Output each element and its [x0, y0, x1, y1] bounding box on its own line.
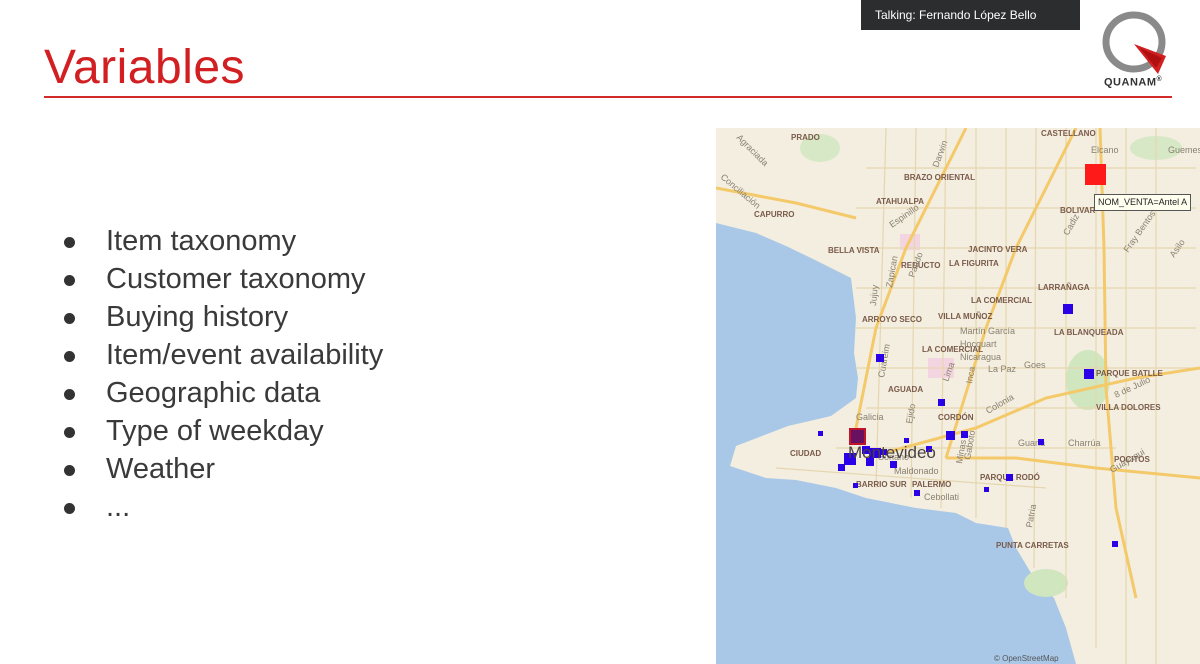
talking-indicator: Talking: Fernando López Bello [861, 0, 1080, 30]
sale-marker[interactable] [946, 431, 955, 440]
park-area [1024, 569, 1068, 597]
neighborhood-label: PUNTA CARRETAS [996, 541, 1069, 550]
neighborhood-label: LA COMERCIAL [971, 296, 1032, 305]
slide-title: Variables [44, 41, 246, 94]
street-label: Guemes [1168, 145, 1200, 155]
neighborhood-label: BELLA VISTA [828, 246, 880, 255]
neighborhood-label: CASTELLANO [1041, 129, 1096, 138]
neighborhood-label: AGUADA [888, 385, 923, 394]
neighborhood-label: BOLIVAR [1060, 206, 1096, 215]
street-label: Elcano [1091, 145, 1119, 155]
neighborhood-label: LARRAÑAGA [1038, 283, 1090, 292]
bullet-item: Weather [62, 450, 383, 488]
bullet-item: Type of weekday [62, 412, 383, 450]
neighborhood-label: VILLA MUÑOZ [938, 312, 992, 321]
neighborhood-label: CIUDAD [790, 449, 821, 458]
street-label: Cebollati [924, 492, 959, 502]
neighborhood-label: CORDÓN [938, 413, 974, 422]
street-label: Nicaragua [960, 352, 1001, 362]
sale-marker[interactable] [938, 399, 945, 406]
bullet-item: Geographic data [62, 374, 383, 412]
neighborhood-label: LA FIGURITA [949, 259, 999, 268]
neighborhood-label: LA BLANQUEADA [1054, 328, 1124, 337]
selected-marker[interactable] [849, 428, 866, 445]
logo-text: QUANAM [1104, 76, 1157, 89]
highlight-marker[interactable] [1085, 164, 1106, 185]
sale-marker[interactable] [1038, 439, 1044, 445]
sale-marker[interactable] [876, 354, 884, 362]
bullet-item: Item/event availability [62, 336, 383, 374]
street-label: Goes [1024, 360, 1046, 370]
neighborhood-label: BRAZO ORIENTAL [904, 173, 975, 182]
street-label: Maldonado [894, 466, 939, 476]
street-label: Galicia [856, 412, 884, 422]
bullet-item: Buying history [62, 298, 383, 336]
bullet-item: ... [62, 488, 383, 526]
sale-marker[interactable] [984, 487, 989, 492]
neighborhood-label: ARROYO SECO [862, 315, 922, 324]
sale-marker[interactable] [818, 431, 823, 436]
street-label: Jujuy [868, 284, 880, 306]
street-label: Charrúa [1068, 438, 1101, 448]
neighborhood-label: JACINTO VERA [968, 245, 1028, 254]
neighborhood-label: CAPURRO [754, 210, 794, 219]
neighborhood-label: PARQUE BATLLE [1096, 369, 1163, 378]
logo-registered: ® [1156, 76, 1163, 83]
sale-marker[interactable] [1006, 474, 1013, 481]
street-label: La Paz [988, 364, 1017, 374]
montevideo-map[interactable]: PRADO CASTELLANO BRAZO ORIENTAL ATAHUALP… [716, 128, 1200, 664]
neighborhood-label: PRADO [791, 133, 820, 142]
map-tooltip: NOM_VENTA=Antel A [1094, 194, 1192, 211]
neighborhood-label: PALERMO [912, 480, 951, 489]
title-divider [44, 96, 1172, 98]
sale-marker[interactable] [1063, 304, 1073, 314]
neighborhood-label: BARRIO SUR [856, 480, 907, 489]
logo-wordmark: QUANAM® [1104, 76, 1162, 89]
sale-marker[interactable] [1084, 369, 1094, 379]
sale-marker[interactable] [914, 490, 920, 496]
sale-marker[interactable] [1112, 541, 1118, 547]
bullet-list: Item taxonomy Customer taxonomy Buying h… [62, 222, 383, 526]
map-credit: © OpenStreetMap [994, 654, 1059, 663]
slide: Variables Talking: Fernando López Bello … [0, 0, 1200, 664]
park-area [1066, 350, 1110, 410]
street-label: Martín García [960, 326, 1015, 336]
talking-label: Talking: Fernando López Bello [875, 8, 1037, 22]
sale-marker[interactable] [961, 431, 968, 438]
sale-marker[interactable] [838, 464, 845, 471]
neighborhood-label: VILLA DOLORES [1096, 403, 1161, 412]
sale-marker[interactable] [853, 483, 858, 488]
bullet-item: Customer taxonomy [62, 260, 383, 298]
city-label: Montevideo [848, 443, 936, 462]
sale-marker[interactable] [890, 461, 897, 468]
bullet-item: Item taxonomy [62, 222, 383, 260]
street-label: Hocquart [960, 339, 997, 349]
neighborhood-label: ATAHUALPA [876, 197, 924, 206]
